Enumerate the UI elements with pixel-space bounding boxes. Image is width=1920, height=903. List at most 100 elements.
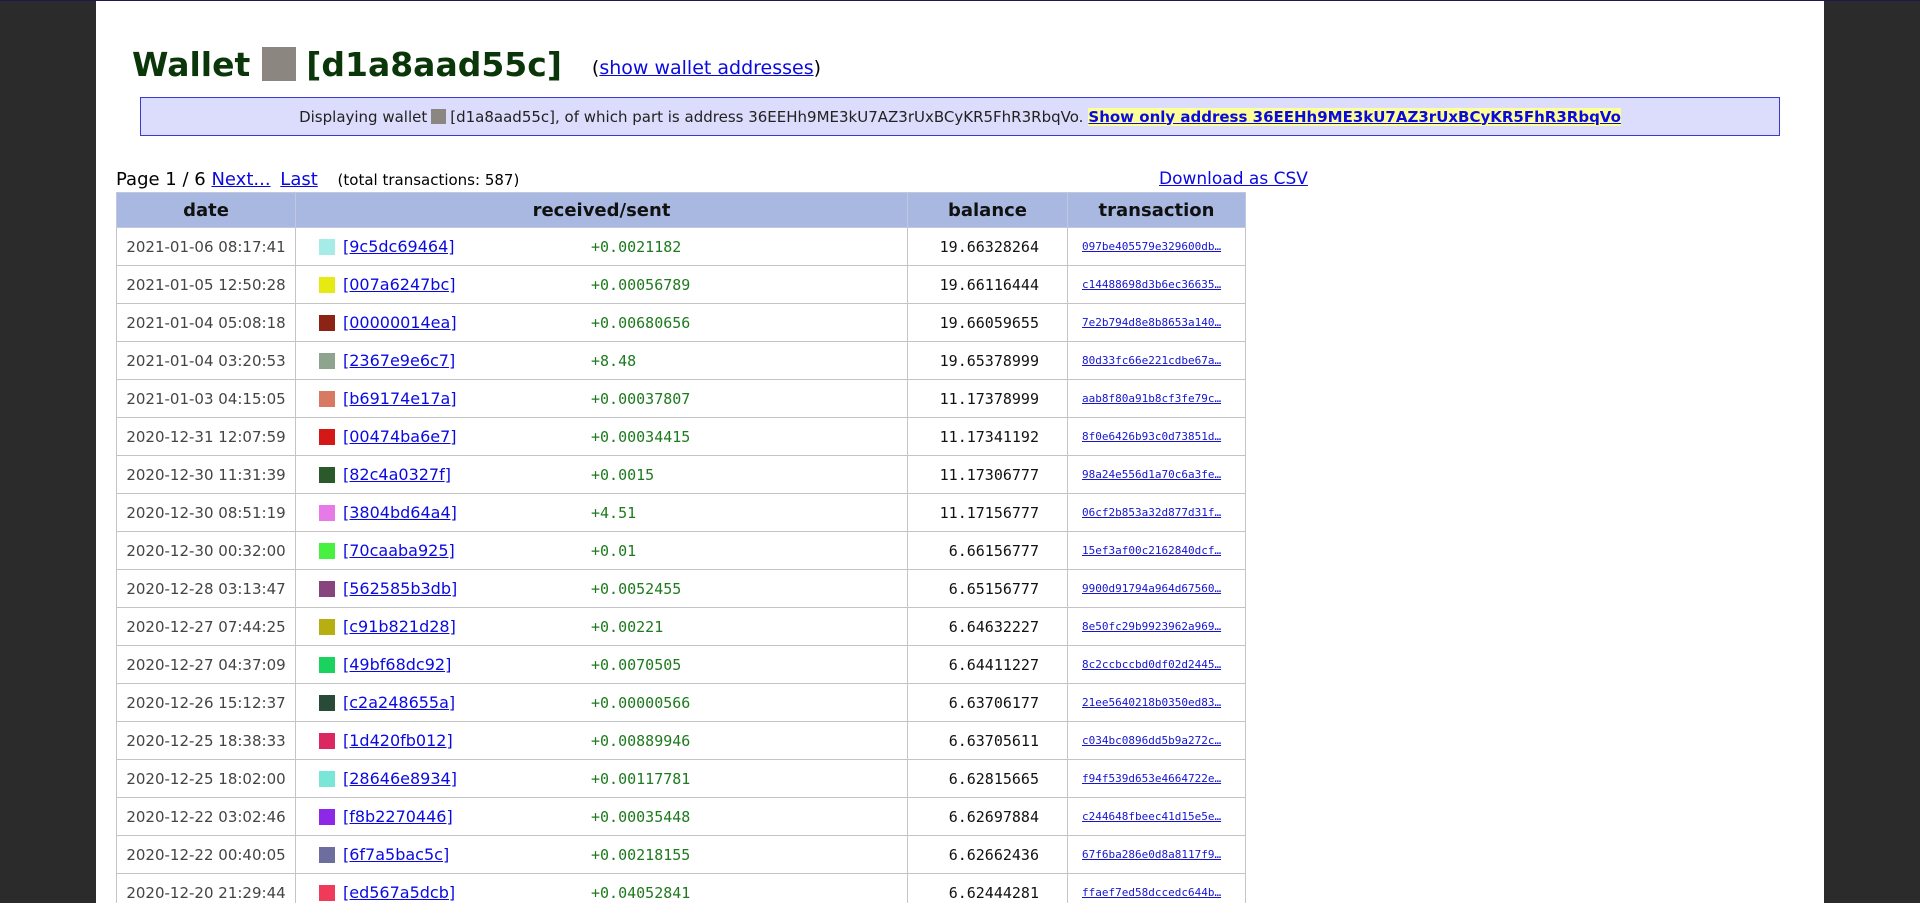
row-date: 2021-01-04 03:20:53 (116, 341, 296, 380)
counterparty-wallet-link[interactable]: [c2a248655a] (343, 693, 591, 712)
row-received-sent: [9c5dc69464] +0.0021182 (295, 227, 908, 266)
column-header-date: date (116, 192, 296, 228)
transaction-link[interactable]: ffaef7ed58dccedc644b… (1082, 886, 1221, 899)
counterparty-wallet-link[interactable]: [2367e9e6c7] (343, 351, 591, 370)
row-transaction: 8f0e6426b93c0d73851d… (1067, 417, 1246, 456)
download-csv-link[interactable]: Download as CSV (1159, 169, 1308, 189)
wallet-color-swatch (319, 770, 335, 787)
transaction-link[interactable]: 7e2b794d8e8b8653a140… (1082, 316, 1221, 329)
transaction-link[interactable]: 98a24e556d1a70c6a3fe… (1082, 468, 1221, 481)
table-row: 2020-12-30 00:32:00 [70caaba925] +0.01 6.66… (116, 531, 1246, 570)
page-content: Wallet [d1a8aad55c] (show wallet address… (96, 1, 1824, 903)
wallet-color-swatch (319, 428, 335, 445)
row-balance: 6.66156777 (907, 531, 1068, 570)
row-balance: 19.65378999 (907, 341, 1068, 380)
table-row: 2020-12-30 08:51:19 [3804bd64a4] +4.51 11.1… (116, 493, 1246, 532)
next-page-link[interactable]: Next... (211, 169, 270, 190)
transaction-link[interactable]: 80d33fc66e221cdbe67a… (1082, 354, 1221, 367)
row-amount: +8.48 (591, 351, 637, 370)
row-received-sent: [c2a248655a] +0.00000566 (295, 683, 908, 722)
row-received-sent: [6f7a5bac5c] +0.00218155 (295, 835, 908, 874)
counterparty-wallet-link[interactable]: [562585b3db] (343, 579, 591, 598)
row-amount: +0.0070505 (591, 655, 682, 674)
row-amount: +0.00889946 (591, 731, 691, 750)
counterparty-wallet-link[interactable]: [b69174e17a] (343, 389, 591, 408)
counterparty-wallet-link[interactable]: [9c5dc69464] (343, 237, 591, 256)
last-page-link[interactable]: Last (280, 169, 318, 190)
counterparty-wallet-link[interactable]: [f8b2270446] (343, 807, 591, 826)
counterparty-wallet-link[interactable]: [1d420fb012] (343, 731, 591, 750)
counterparty-wallet-link[interactable]: [28646e8934] (343, 769, 591, 788)
row-transaction: 097be405579e329600db… (1067, 227, 1246, 266)
row-balance: 11.17306777 (907, 455, 1068, 494)
wallet-color-swatch (319, 884, 335, 901)
counterparty-wallet-link[interactable]: [6f7a5bac5c] (343, 845, 591, 864)
counterparty-wallet-link[interactable]: [00474ba6e7] (343, 427, 591, 446)
row-transaction: 67f6ba286e0d8a8117f9… (1067, 835, 1246, 874)
transaction-link[interactable]: 097be405579e329600db… (1082, 240, 1221, 253)
counterparty-wallet-link[interactable]: [82c4a0327f] (343, 465, 591, 484)
row-transaction: 9900d91794a964d67560… (1067, 569, 1246, 608)
row-amount: +0.00034415 (591, 427, 691, 446)
counterparty-wallet-link[interactable]: [ed567a5dcb] (343, 883, 591, 902)
show-wallet-addresses-link[interactable]: show wallet addresses (599, 57, 813, 79)
wallet-color-swatch-small (431, 109, 447, 124)
row-date: 2021-01-04 05:08:18 (116, 303, 296, 342)
row-balance: 19.66116444 (907, 265, 1068, 304)
transaction-link[interactable]: 9900d91794a964d67560… (1082, 582, 1221, 595)
transaction-link[interactable]: aab8f80a91b8cf3fe79c… (1082, 392, 1221, 405)
row-balance: 6.65156777 (907, 569, 1068, 608)
transaction-link[interactable]: c244648fbeec41d15e5e… (1082, 810, 1221, 823)
column-header-transaction: transaction (1067, 192, 1246, 228)
wallet-color-swatch (319, 656, 335, 673)
transaction-link[interactable]: 8f0e6426b93c0d73851d… (1082, 430, 1221, 443)
table-row: 2021-01-06 08:17:41 [9c5dc69464] +0.002118… (116, 227, 1246, 266)
row-amount: +0.00035448 (591, 807, 691, 826)
column-header-balance: balance (907, 192, 1068, 228)
table-row: 2020-12-31 12:07:59 [00474ba6e7] +0.000344… (116, 417, 1246, 456)
wallet-color-swatch (319, 352, 335, 369)
transaction-link[interactable]: 15ef3af00c2162840dcf… (1082, 544, 1221, 557)
table-row: 2021-01-04 03:20:53 [2367e9e6c7] +8.48 19.6… (116, 341, 1246, 380)
table-row: 2020-12-22 03:02:46 [f8b2270446] +0.000354… (116, 797, 1246, 836)
wallet-color-swatch (262, 47, 297, 81)
transaction-link[interactable]: c034bc0896dd5b9a272c… (1082, 734, 1221, 747)
row-balance: 11.17378999 (907, 379, 1068, 418)
wallet-color-swatch (319, 694, 335, 711)
row-transaction: c244648fbeec41d15e5e… (1067, 797, 1246, 836)
transaction-link[interactable]: c14488698d3b6ec36635… (1082, 278, 1221, 291)
row-amount: +0.00117781 (591, 769, 691, 788)
row-balance: 6.64632227 (907, 607, 1068, 646)
pagination: Page 1 / 6 Next... Last (total transacti… (116, 169, 519, 190)
counterparty-wallet-link[interactable]: [49bf68dc92] (343, 655, 591, 674)
row-transaction: 7e2b794d8e8b8653a140… (1067, 303, 1246, 342)
row-transaction: 15ef3af00c2162840dcf… (1067, 531, 1246, 570)
counterparty-wallet-link[interactable]: [c91b821d28] (343, 617, 591, 636)
counterparty-wallet-link[interactable]: [007a6247bc] (343, 275, 591, 294)
transaction-link[interactable]: f94f539d653e4664722e… (1082, 772, 1221, 785)
wallet-color-swatch (319, 390, 335, 407)
row-amount: +0.00221 (591, 617, 664, 636)
row-date: 2020-12-30 00:32:00 (116, 531, 296, 570)
transaction-link[interactable]: 8e50fc29b9923962a969… (1082, 620, 1221, 633)
wallet-color-swatch (319, 808, 335, 825)
counterparty-wallet-link[interactable]: [70caaba925] (343, 541, 591, 560)
row-transaction: c034bc0896dd5b9a272c… (1067, 721, 1246, 760)
table-row: 2020-12-22 00:40:05 [6f7a5bac5c] +0.002181… (116, 835, 1246, 874)
show-only-address-link[interactable]: Show only address 36EEHh9ME3kU7AZ3rUxBCy… (1088, 107, 1621, 126)
row-balance: 11.17341192 (907, 417, 1068, 456)
transactions-table: date received/sent balance transaction 2… (116, 192, 1246, 903)
counterparty-wallet-link[interactable]: [3804bd64a4] (343, 503, 591, 522)
table-row: 2020-12-27 04:37:09 [49bf68dc92] +0.007050… (116, 645, 1246, 684)
row-date: 2021-01-06 08:17:41 (116, 227, 296, 266)
table-row: 2020-12-28 03:13:47 [562585b3db] +0.005245… (116, 569, 1246, 608)
counterparty-wallet-link[interactable]: [00000014ea] (343, 313, 591, 332)
row-balance: 6.62697884 (907, 797, 1068, 836)
transaction-link[interactable]: 06cf2b853a32d877d31f… (1082, 506, 1221, 519)
row-date: 2020-12-27 04:37:09 (116, 645, 296, 684)
transaction-link[interactable]: 8c2ccbccbd0df02d2445… (1082, 658, 1221, 671)
row-amount: +0.00056789 (591, 275, 691, 294)
transaction-link[interactable]: 21ee5640218b0350ed83… (1082, 696, 1221, 709)
transaction-link[interactable]: 67f6ba286e0d8a8117f9… (1082, 848, 1221, 861)
row-transaction: 80d33fc66e221cdbe67a… (1067, 341, 1246, 380)
